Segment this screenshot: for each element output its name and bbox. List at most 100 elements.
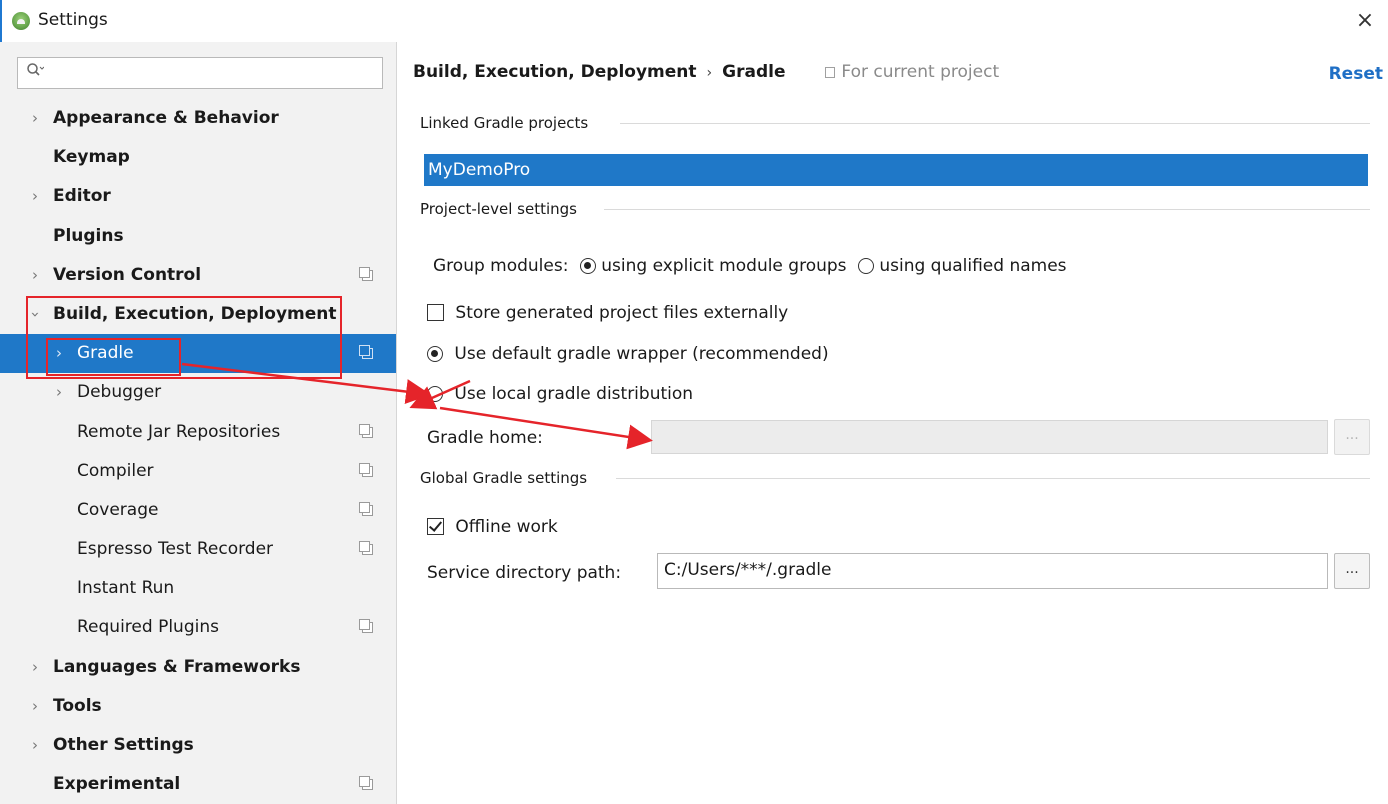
sidebar-item-label: Coverage (77, 499, 159, 520)
group-modules-label: Group modules: (433, 256, 569, 276)
project-scope-icon (359, 776, 373, 791)
settings-sidebar: › Appearance & Behavior Keymap › Editor … (0, 42, 397, 804)
group-qualified-radio[interactable] (857, 258, 874, 274)
breadcrumb-separator: › (706, 65, 713, 81)
sidebar-item-tools[interactable]: › Tools (0, 687, 396, 726)
sidebar-item-label: Compiler (77, 460, 154, 481)
breadcrumb-current: Gradle (722, 62, 786, 82)
default-wrapper-row[interactable]: Use default gradle wrapper (recommended) (427, 344, 829, 364)
sidebar-item-gradle[interactable]: › Gradle (0, 334, 396, 374)
sidebar-item-required-plugins[interactable]: Required Plugins (0, 608, 396, 647)
project-scope-icon (359, 462, 373, 477)
sidebar-item-plugins[interactable]: Plugins (0, 217, 396, 256)
offline-work-label[interactable]: Offline work (455, 517, 557, 537)
sidebar-item-label: Debugger (77, 382, 162, 403)
chevron-right-icon[interactable]: › (52, 373, 66, 412)
gradle-home-browse-button[interactable]: ... (1334, 419, 1370, 455)
sidebar-item-label: Gradle (77, 343, 134, 364)
sidebar-item-instant-run[interactable]: Instant Run (0, 569, 396, 608)
chevron-right-icon[interactable]: › (52, 334, 66, 373)
chevron-right-icon[interactable]: › (28, 726, 42, 765)
section-title-linked-projects: Linked Gradle projects (420, 114, 589, 132)
group-qualified-label[interactable]: using qualified names (879, 256, 1066, 276)
search-icon[interactable] (26, 62, 45, 82)
default-wrapper-radio[interactable] (427, 346, 443, 362)
sidebar-item-espresso-test-recorder[interactable]: Espresso Test Recorder (0, 530, 396, 569)
group-explicit-label[interactable]: using explicit module groups (601, 256, 846, 276)
sidebar-item-label: Languages & Frameworks (53, 656, 301, 677)
scope-label: For current project (841, 62, 1000, 82)
sidebar-item-languages-frameworks[interactable]: › Languages & Frameworks (0, 648, 396, 687)
local-distribution-label[interactable]: Use local gradle distribution (454, 384, 693, 404)
breadcrumb-parent: Build, Execution, Deployment (413, 62, 697, 82)
group-modules-row: Group modules: using explicit module gro… (433, 256, 1067, 276)
sidebar-item-label: Instant Run (77, 578, 175, 599)
sidebar-item-label: Appearance & Behavior (53, 108, 279, 128)
sidebar-item-label: Tools (53, 695, 102, 716)
local-distribution-radio[interactable] (427, 386, 443, 402)
section-divider (604, 209, 1370, 210)
service-dir-field[interactable]: C:/Users/***/.gradle (657, 553, 1328, 589)
project-scope-icon (359, 266, 373, 281)
android-studio-icon (12, 12, 30, 30)
chevron-right-icon[interactable]: › (28, 687, 42, 726)
sidebar-item-coverage[interactable]: Coverage (0, 491, 396, 530)
project-scope-icon (359, 501, 373, 516)
sidebar-item-debugger[interactable]: › Debugger (0, 373, 396, 412)
service-dir-browse-button[interactable]: ... (1334, 553, 1370, 589)
project-scope-icon (359, 423, 373, 438)
close-button[interactable]: × (1350, 6, 1380, 36)
sidebar-item-label: Version Control (53, 264, 202, 285)
sidebar-item-compiler[interactable]: Compiler (0, 452, 396, 491)
window-edge (0, 0, 2, 42)
settings-tree: › Appearance & Behavior Keymap › Editor … (0, 99, 396, 804)
reset-link[interactable]: Reset (1329, 64, 1383, 84)
sidebar-item-keymap[interactable]: Keymap (0, 138, 396, 177)
project-scope-icon (359, 345, 373, 360)
sidebar-item-appearance-behavior[interactable]: › Appearance & Behavior (0, 99, 396, 138)
sidebar-item-label: Plugins (53, 225, 124, 246)
section-divider (616, 478, 1370, 479)
sidebar-item-editor[interactable]: › Editor (0, 177, 396, 216)
sidebar-item-other-settings[interactable]: › Other Settings (0, 726, 396, 765)
offline-work-row[interactable]: Offline work (427, 517, 558, 537)
sidebar-item-label: Experimental (53, 774, 181, 795)
gradle-home-label: Gradle home: (427, 428, 543, 448)
sidebar-item-label: Build, Execution, Deployment (53, 303, 337, 324)
search-input[interactable] (52, 62, 372, 84)
store-external-row[interactable]: Store generated project files externally (427, 303, 788, 323)
linked-project-item[interactable]: MyDemoPro (424, 154, 1368, 186)
sidebar-item-version-control[interactable]: › Version Control (0, 256, 396, 295)
sidebar-item-build-execution-deployment[interactable]: › Build, Execution, Deployment (0, 295, 396, 334)
sidebar-item-remote-jar-repositories[interactable]: Remote Jar Repositories (0, 413, 396, 452)
store-external-label[interactable]: Store generated project files externally (455, 303, 788, 323)
local-distribution-row[interactable]: Use local gradle distribution (427, 384, 693, 404)
sidebar-item-label: Keymap (53, 147, 130, 168)
chevron-right-icon[interactable]: › (28, 99, 42, 138)
search-box[interactable] (17, 57, 383, 89)
breadcrumb: Build, Execution, Deployment › Gradle For … (413, 62, 999, 82)
offline-work-checkbox[interactable] (427, 518, 444, 535)
sidebar-item-label: Required Plugins (77, 617, 219, 638)
project-scope-icon (825, 67, 836, 78)
group-explicit-radio[interactable] (579, 258, 596, 274)
default-wrapper-label[interactable]: Use default gradle wrapper (recommended) (454, 344, 828, 364)
chevron-right-icon[interactable]: › (28, 177, 42, 216)
sidebar-item-label: Editor (53, 186, 111, 207)
settings-content: Build, Execution, Deployment › Gradle For … (398, 42, 1388, 804)
sidebar-item-label: Espresso Test Recorder (77, 539, 274, 560)
section-title-global: Global Gradle settings (420, 469, 588, 487)
chevron-right-icon[interactable]: › (28, 256, 42, 295)
gradle-home-field[interactable] (651, 420, 1328, 454)
store-external-checkbox[interactable] (427, 304, 444, 321)
window-title: Settings (38, 10, 108, 30)
project-scope-icon (359, 619, 373, 634)
sidebar-item-experimental[interactable]: Experimental (0, 765, 396, 804)
chevron-down-icon[interactable]: › (16, 307, 55, 321)
project-scope-icon (359, 541, 373, 556)
sidebar-item-label: Other Settings (53, 735, 194, 755)
service-dir-label: Service directory path: (427, 563, 622, 583)
scope-note: For current project (825, 62, 999, 82)
chevron-right-icon[interactable]: › (28, 648, 42, 687)
sidebar-item-label: Remote Jar Repositories (77, 421, 281, 442)
